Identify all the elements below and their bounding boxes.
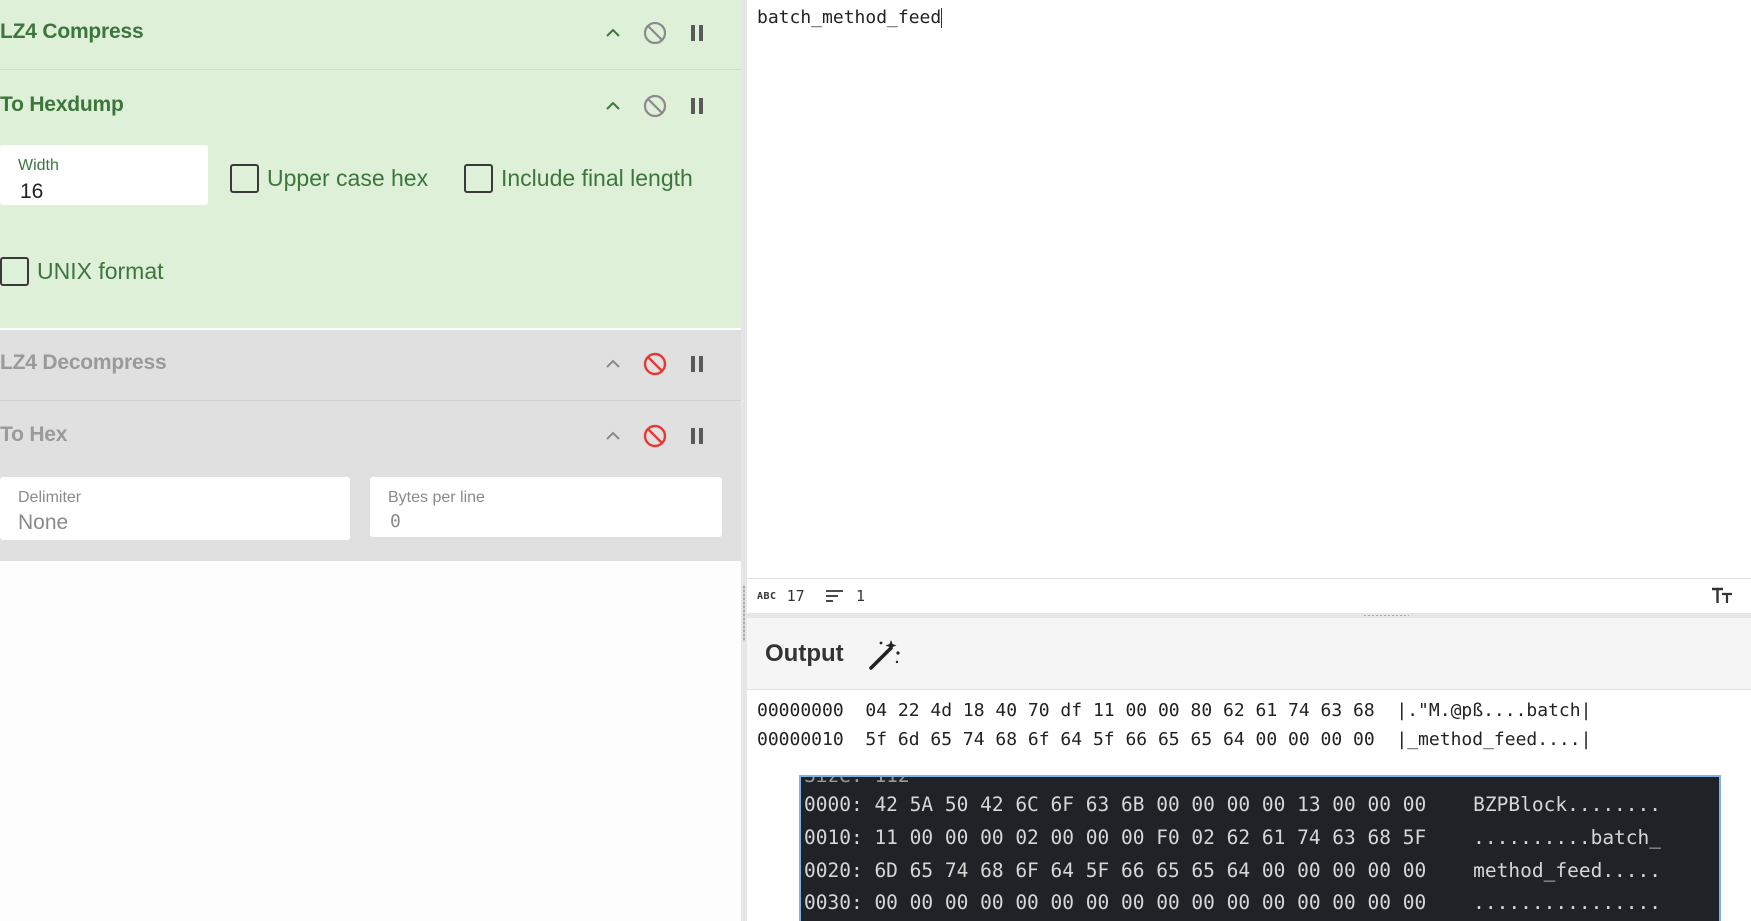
grip-icon: [1363, 614, 1409, 617]
operation-lz4-decompress[interactable]: LZ4 Decompress: [0, 330, 741, 400]
include-final-length-checkbox[interactable]: Include final length: [464, 164, 693, 193]
grip-icon: [743, 585, 745, 641]
operation-to-hexdump[interactable]: To Hexdump Width Upper case hex Include …: [0, 70, 741, 328]
chevron-up-icon[interactable]: [596, 347, 630, 381]
disable-icon[interactable]: [638, 347, 672, 381]
bytes-per-line-label: Bytes per line: [388, 489, 485, 506]
chevron-up-icon[interactable]: [596, 16, 630, 50]
input-length: 17: [786, 587, 805, 605]
lines-icon: [826, 590, 843, 602]
bytes-per-line-input[interactable]: [388, 510, 710, 533]
upper-case-hex-checkbox[interactable]: Upper case hex: [230, 164, 428, 193]
operation-title: To Hexdump: [0, 93, 124, 116]
operation-title: LZ4 Compress: [0, 20, 144, 43]
delimiter-select[interactable]: None: [18, 511, 338, 535]
pause-icon[interactable]: [680, 89, 714, 123]
operation-lz4-compress[interactable]: LZ4 Compress: [0, 0, 741, 69]
delimiter-field[interactable]: Delimiter None: [0, 477, 350, 540]
hex-tooltip-popup: Size: 112 0000: 42 5A 50 42 6C 6F 63 6B …: [799, 775, 1721, 921]
width-label: Width: [18, 157, 59, 174]
pause-icon[interactable]: [680, 347, 714, 381]
output-line: 00000010 5f 6d 65 74 68 6f 64 5f 66 65 6…: [757, 729, 1592, 750]
checkbox-box[interactable]: [0, 257, 29, 286]
output-header: Output: [747, 618, 1751, 690]
output-title: Output: [765, 640, 844, 667]
recipe-panel: LZ4 Compress To Hexdump Width 16 Upper c…: [0, 0, 741, 921]
lines-stat: 1: [825, 587, 865, 605]
input-status-bar: ABC 17 1: [747, 578, 1751, 613]
include-final-length-label: Include final length: [501, 165, 693, 191]
operation-header: LZ4 Compress: [0, 0, 741, 70]
width-field[interactable]: Width: [0, 145, 208, 205]
operation-to-hex[interactable]: To Hex Delimiter None Bytes per line: [0, 401, 741, 561]
chevron-up-icon[interactable]: [596, 89, 630, 123]
delimiter-label: Delimiter: [18, 489, 82, 506]
width-input[interactable]: [18, 179, 196, 205]
font-size-icon[interactable]: [1711, 587, 1733, 605]
disable-icon[interactable]: [638, 89, 672, 123]
unix-format-checkbox[interactable]: UNIX format: [0, 257, 164, 286]
pause-icon[interactable]: [680, 419, 714, 453]
upper-case-hex-label: Upper case hex: [267, 165, 429, 191]
disable-icon[interactable]: [638, 16, 672, 50]
popup-line: 0000: 42 5A 50 42 6C 6F 63 6B 00 00 00 0…: [804, 793, 1662, 816]
bytes-per-line-field[interactable]: Bytes per line: [370, 477, 722, 537]
length-stat: ABC 17: [757, 587, 805, 605]
disable-icon[interactable]: [638, 419, 672, 453]
operation-header: To Hex: [0, 403, 741, 473]
unix-format-label: UNIX format: [37, 258, 164, 284]
magic-wand-icon[interactable]: [867, 638, 901, 672]
popup-line: Size: 112: [804, 775, 910, 787]
output-line: 00000000 04 22 4d 18 40 70 df 11 00 00 8…: [757, 700, 1592, 721]
popup-line: 0020: 6D 65 74 68 6F 64 5F 66 65 65 64 0…: [804, 859, 1662, 882]
input-lines: 1: [856, 587, 866, 605]
popup-line: 0030: 00 00 00 00 00 00 00 00 00 00 00 0…: [804, 891, 1662, 914]
operation-title: LZ4 Decompress: [0, 351, 167, 374]
pause-icon[interactable]: [680, 16, 714, 50]
popup-line: 0010: 11 00 00 00 02 00 00 00 F0 02 62 6…: [804, 826, 1662, 849]
checkbox-box[interactable]: [464, 164, 493, 193]
operation-title: To Hex: [0, 423, 68, 446]
text-caret: [941, 8, 943, 28]
chevron-up-icon[interactable]: [596, 419, 630, 453]
input-area[interactable]: batch_method_feed: [747, 0, 1751, 578]
input-text[interactable]: batch_method_feed: [757, 7, 943, 28]
abc-icon: ABC: [757, 590, 777, 602]
operation-header: To Hexdump: [0, 73, 741, 143]
operation-header: LZ4 Decompress: [0, 331, 741, 401]
checkbox-box[interactable]: [230, 164, 259, 193]
